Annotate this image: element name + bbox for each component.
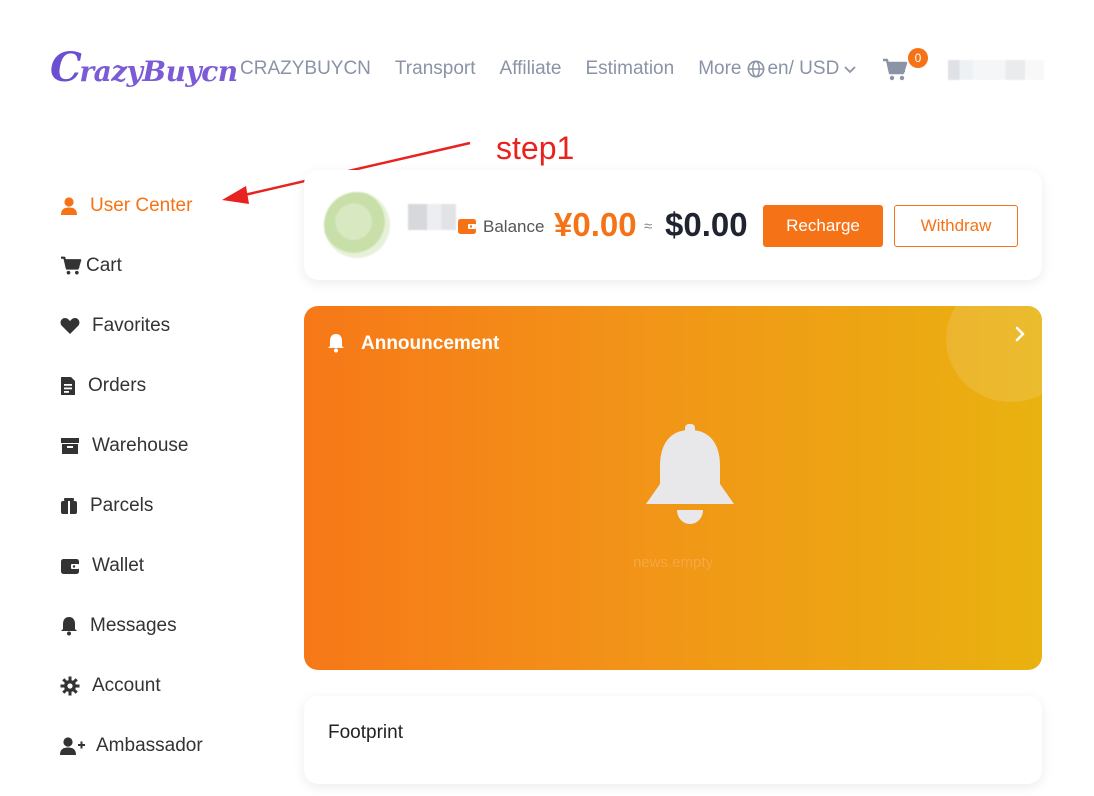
- wallet-icon: [60, 555, 82, 577]
- bell-icon: [60, 615, 82, 637]
- sidebar-item-warehouse[interactable]: Warehouse: [60, 416, 203, 476]
- announcement-title: Announcement: [361, 333, 500, 354]
- user-menu[interactable]: [948, 60, 1044, 80]
- sidebar-item-label: Parcels: [90, 495, 154, 516]
- empty-bell-icon: [644, 424, 736, 531]
- sidebar-item-label: User Center: [90, 195, 193, 216]
- sidebar-item-label: Wallet: [92, 555, 145, 576]
- brand-logo[interactable]: CrazyBuycn: [50, 44, 238, 91]
- cart-icon: [883, 58, 908, 81]
- sidebar-item-ambassador[interactable]: Ambassador: [60, 716, 203, 776]
- sidebar-item-label: Orders: [88, 375, 147, 396]
- gift-box-icon: [60, 495, 82, 517]
- avatar[interactable]: [324, 192, 390, 258]
- nav-estimation[interactable]: Estimation: [585, 58, 674, 80]
- sidebar-item-label: Messages: [90, 615, 177, 636]
- nav-transport[interactable]: Transport: [395, 58, 476, 80]
- top-nav: CRAZYBUYCN Transport Affiliate Estimatio…: [240, 58, 860, 80]
- decorative-circle: [946, 306, 1042, 402]
- announcement-panel: Announcement news.empty: [304, 306, 1042, 670]
- nav-affiliate[interactable]: Affiliate: [500, 58, 562, 80]
- archive-box-icon: [60, 435, 82, 457]
- nav-crazybuycn[interactable]: CRAZYBUYCN: [240, 58, 371, 80]
- sidebar-item-orders[interactable]: Orders: [60, 356, 203, 416]
- cart-count-badge: 0: [908, 48, 928, 68]
- footprint-card: Footprint: [304, 696, 1042, 784]
- footprint-title: Footprint: [328, 722, 403, 743]
- announcement-empty-text: news.empty: [632, 554, 714, 571]
- bell-icon: [326, 333, 346, 358]
- language-currency-select[interactable]: en/ USD: [743, 58, 860, 80]
- balance-card: Balance ¥0.00 ≈ $0.00 Recharge Withdraw: [304, 170, 1042, 280]
- chevron-down-icon: [844, 66, 856, 74]
- sidebar-item-label: Ambassador: [96, 735, 203, 756]
- nav-more[interactable]: More: [698, 58, 741, 80]
- username: [408, 204, 456, 230]
- balance-usd-value: $0.00: [665, 206, 748, 243]
- sidebar-item-cart[interactable]: Cart: [60, 236, 203, 296]
- chevron-right-icon[interactable]: [1012, 324, 1028, 349]
- user-icon: [60, 195, 82, 217]
- balance-label: Balance: [483, 217, 545, 236]
- step-annotation-label: step1: [496, 130, 575, 166]
- document-icon: [60, 375, 82, 397]
- heart-icon: [60, 315, 82, 337]
- sidebar-item-label: Account: [92, 675, 161, 696]
- wallet-icon: [457, 217, 477, 240]
- approx-sign: ≈: [644, 218, 653, 235]
- sidebar: User Center Cart Favorites Orders Wareho…: [60, 176, 203, 776]
- sidebar-item-label: Cart: [86, 255, 122, 276]
- gear-icon: [60, 675, 82, 697]
- sidebar-item-wallet[interactable]: Wallet: [60, 536, 203, 596]
- withdraw-button[interactable]: Withdraw: [894, 205, 1018, 247]
- sidebar-item-user-center[interactable]: User Center: [60, 176, 203, 236]
- sidebar-item-parcels[interactable]: Parcels: [60, 476, 203, 536]
- globe-icon: [748, 60, 765, 78]
- language-currency-label: en/ USD: [767, 58, 840, 79]
- sidebar-item-messages[interactable]: Messages: [60, 596, 203, 656]
- recharge-button[interactable]: Recharge: [763, 205, 883, 247]
- sidebar-item-label: Favorites: [92, 315, 171, 336]
- sidebar-item-label: Warehouse: [92, 435, 189, 456]
- balance-cny-value: ¥0.00: [554, 206, 637, 243]
- user-plus-icon: [60, 735, 88, 757]
- header-cart-button[interactable]: [882, 58, 908, 82]
- sidebar-item-favorites[interactable]: Favorites: [60, 296, 203, 356]
- cart-icon: [60, 255, 84, 277]
- sidebar-item-account[interactable]: Account: [60, 656, 203, 716]
